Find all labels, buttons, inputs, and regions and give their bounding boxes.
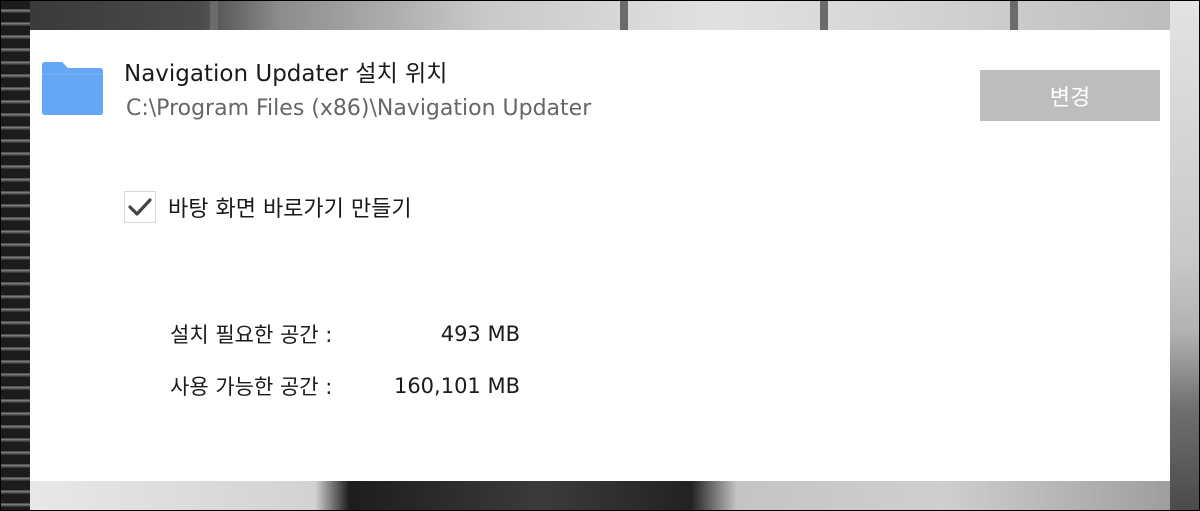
disk-space-info: 설치 필요한 공간 : 493 MB 사용 가능한 공간 : 160,101 M…: [170, 308, 520, 412]
desktop-shortcut-checkbox[interactable]: [124, 191, 156, 223]
background-bottom: [30, 481, 1170, 511]
required-space-label: 설치 필요한 공간 :: [170, 323, 333, 347]
installer-dialog: Navigation Updater 설치 위치 C:\Program File…: [30, 30, 1170, 481]
install-location-title: Navigation Updater 설치 위치: [124, 61, 448, 87]
change-location-button[interactable]: 변경: [980, 70, 1160, 121]
screen: Navigation Updater 설치 위치 C:\Program File…: [0, 0, 1200, 511]
install-path: C:\Program Files (x86)\Navigation Update…: [126, 96, 592, 121]
available-space-label: 사용 가능한 공간 :: [170, 375, 333, 399]
folder-icon: [40, 61, 104, 116]
required-space-value: 493 MB: [440, 322, 520, 346]
background-top: [30, 0, 1170, 30]
desktop-shortcut-label: 바탕 화면 바로가기 만들기: [168, 197, 412, 222]
checkmark-icon: [128, 198, 152, 216]
desktop-shortcut-option[interactable]: 바탕 화면 바로가기 만들기: [124, 190, 412, 224]
required-space-row: 설치 필요한 공간 : 493 MB: [170, 308, 520, 360]
available-space-row: 사용 가능한 공간 : 160,101 MB: [170, 360, 520, 412]
background-left: [0, 0, 30, 511]
background-right: [1170, 0, 1200, 511]
available-space-value: 160,101 MB: [393, 374, 520, 398]
